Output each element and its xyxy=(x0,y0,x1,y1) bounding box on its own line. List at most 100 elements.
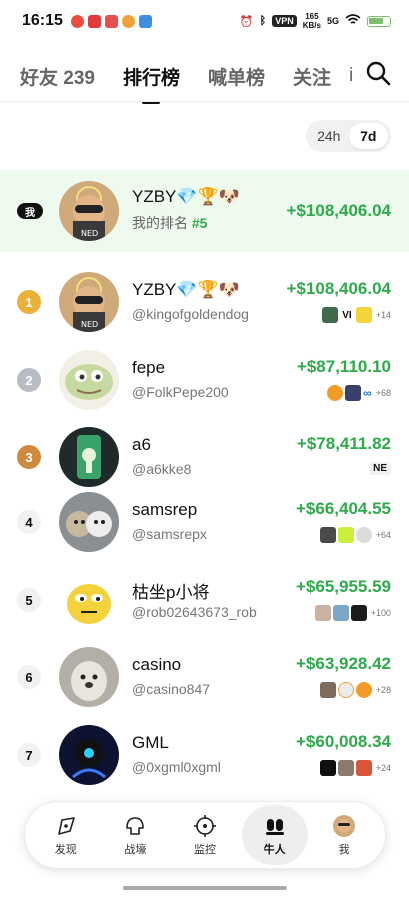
avatar xyxy=(59,427,119,487)
avatar xyxy=(59,350,119,410)
status-time: 16:15 xyxy=(22,12,63,29)
home-indicator[interactable] xyxy=(123,886,287,890)
token-holdings: ∞ +68 xyxy=(327,385,391,401)
nav-me[interactable]: 我 xyxy=(311,805,377,865)
tab-overflow[interactable]: i xyxy=(349,65,353,87)
notification-icon-a xyxy=(70,14,84,28)
meta-icon: ∞ xyxy=(363,386,372,400)
leaderboard-row[interactable]: 6 casino @casino847 +$63,928.42 +28 xyxy=(0,638,409,716)
token-holdings: +24 xyxy=(319,760,391,776)
trader-pnl: +$65,955.59 xyxy=(295,577,391,596)
token-icon xyxy=(345,385,362,401)
trader-handle: @casino847 xyxy=(132,681,211,697)
rank-badge: 5 xyxy=(17,588,41,612)
nav-discover[interactable]: 发现 xyxy=(33,805,99,865)
nav-discover-label: 发现 xyxy=(54,843,77,856)
avatar-icon xyxy=(333,814,356,837)
token-holdings: NE xyxy=(369,462,391,475)
leaderboard-row[interactable]: 1 NED YZBY💎🏆🐶 @kingofgoldendog +$108,406… xyxy=(0,263,409,341)
my-rank-row[interactable]: 我 NED YZBY💎🏆🐶 我的排名 #5 +$108,406.04 xyxy=(0,170,409,252)
nav-monitor[interactable]: 监控 xyxy=(172,805,238,865)
avatar xyxy=(59,725,119,785)
token-label: NE xyxy=(369,462,391,475)
me-badge: 我 xyxy=(17,203,43,219)
trader-handle: @a6kke8 xyxy=(132,461,192,477)
token-holdings: VI +14 xyxy=(322,307,391,323)
my-pnl: +$108,406.04 xyxy=(286,201,391,220)
tab-leaderboard[interactable]: 排行榜 xyxy=(123,63,180,90)
avatar: NED xyxy=(59,181,119,241)
leaderboard-row[interactable]: 2 fepe @FolkPepe200 +$87,110.10 ∞ +68 xyxy=(0,341,409,419)
trader-name: fepe xyxy=(132,358,166,377)
my-name: YZBY💎🏆🐶 xyxy=(132,187,240,206)
notification-icon-b xyxy=(87,14,101,28)
leaderboard-row[interactable]: 4 samsrep @samsrepx +$66,404.55 +64 xyxy=(0,483,409,561)
nav-top-traders-label: 牛人 xyxy=(263,843,286,856)
trader-handle: @FolkPepe200 xyxy=(132,384,229,400)
trader-pnl: +$78,411.82 xyxy=(296,434,391,453)
rank-badge: 4 xyxy=(17,510,41,534)
nav-trench[interactable]: 战壕 xyxy=(102,805,168,865)
tab-following[interactable]: 关注 xyxy=(293,63,331,90)
svg-text:NED: NED xyxy=(81,229,98,238)
more-tokens-count: +28 xyxy=(375,685,391,695)
token-label: VI xyxy=(342,309,352,321)
avatar: NED xyxy=(59,272,119,332)
trader-pnl: +$66,404.55 xyxy=(295,499,391,518)
my-rank-value: #5 xyxy=(191,215,208,231)
wifi-icon xyxy=(345,13,361,29)
search-icon[interactable] xyxy=(365,60,391,86)
top-tabs: 好友 239 排行榜 喊单榜 关注 i xyxy=(0,52,409,100)
leaderboard-row[interactable]: 7 GML @0xgml0xgml +$60,008.34 +24 xyxy=(0,716,409,794)
status-bar: 16:15 ⏰ ᛒ VPN 165 KB/s 5G xyxy=(0,0,409,42)
token-icon xyxy=(319,760,336,776)
trader-handle: @samsrepx xyxy=(132,526,207,542)
trader-name: a6 xyxy=(132,435,151,454)
signal-label: 5G xyxy=(326,16,339,26)
token-icon xyxy=(319,527,336,543)
nav-top-traders[interactable]: 牛人 xyxy=(241,805,308,865)
leaderboard-row[interactable]: 5 枯坐p小将 @rob02643673_rob +$65,955.59 +10… xyxy=(0,561,409,639)
trader-name: 枯坐p小将 xyxy=(132,583,210,602)
period-24h[interactable]: 24h xyxy=(309,123,349,149)
compass-icon xyxy=(57,816,75,835)
period-7d[interactable]: 7d xyxy=(348,123,388,149)
trader-handle: @kingofgoldendog xyxy=(132,306,249,322)
tab-calls[interactable]: 喊单榜 xyxy=(208,63,265,90)
token-icon xyxy=(314,605,331,621)
token-icon xyxy=(337,760,354,776)
rank-badge-gold: 1 xyxy=(17,290,41,314)
notification-icon-e xyxy=(138,14,152,28)
token-holdings: +100 xyxy=(314,605,391,621)
trench-icon xyxy=(126,816,145,835)
people-icon xyxy=(265,818,284,835)
rank-badge-silver: 2 xyxy=(17,368,41,392)
bitcoin-icon xyxy=(355,682,372,698)
tabs-divider xyxy=(0,101,409,102)
more-tokens-count: +24 xyxy=(375,763,391,773)
status-app-icons xyxy=(70,14,152,28)
nav-me-label: 我 xyxy=(338,843,350,856)
token-icon xyxy=(319,682,336,698)
trader-name: casino xyxy=(132,655,182,674)
token-holdings: +28 xyxy=(319,682,391,698)
trader-pnl: +$63,928.42 xyxy=(295,654,391,673)
trader-pnl: +$60,008.34 xyxy=(295,732,391,751)
my-rank-label: 我的排名 xyxy=(132,215,188,231)
more-tokens-count: +64 xyxy=(375,530,391,540)
tab-friends[interactable]: 好友 239 xyxy=(20,63,95,90)
notification-icon-c xyxy=(104,14,118,28)
network-speed-value: 165 xyxy=(305,12,319,21)
my-rank: 我的排名 #5 xyxy=(132,213,207,233)
token-icon xyxy=(350,605,367,621)
svg-text:NED: NED xyxy=(81,320,98,329)
token-icon xyxy=(322,307,339,323)
battery-icon xyxy=(367,15,391,27)
alarm-icon: ⏰ xyxy=(239,15,254,28)
more-tokens-count: +100 xyxy=(370,608,391,618)
crosshair-icon xyxy=(193,814,216,837)
nav-trench-label: 战壕 xyxy=(124,843,147,856)
trader-pnl: +$87,110.10 xyxy=(296,357,391,376)
avatar xyxy=(59,647,119,707)
trader-handle: @0xgml0xgml xyxy=(132,759,221,775)
